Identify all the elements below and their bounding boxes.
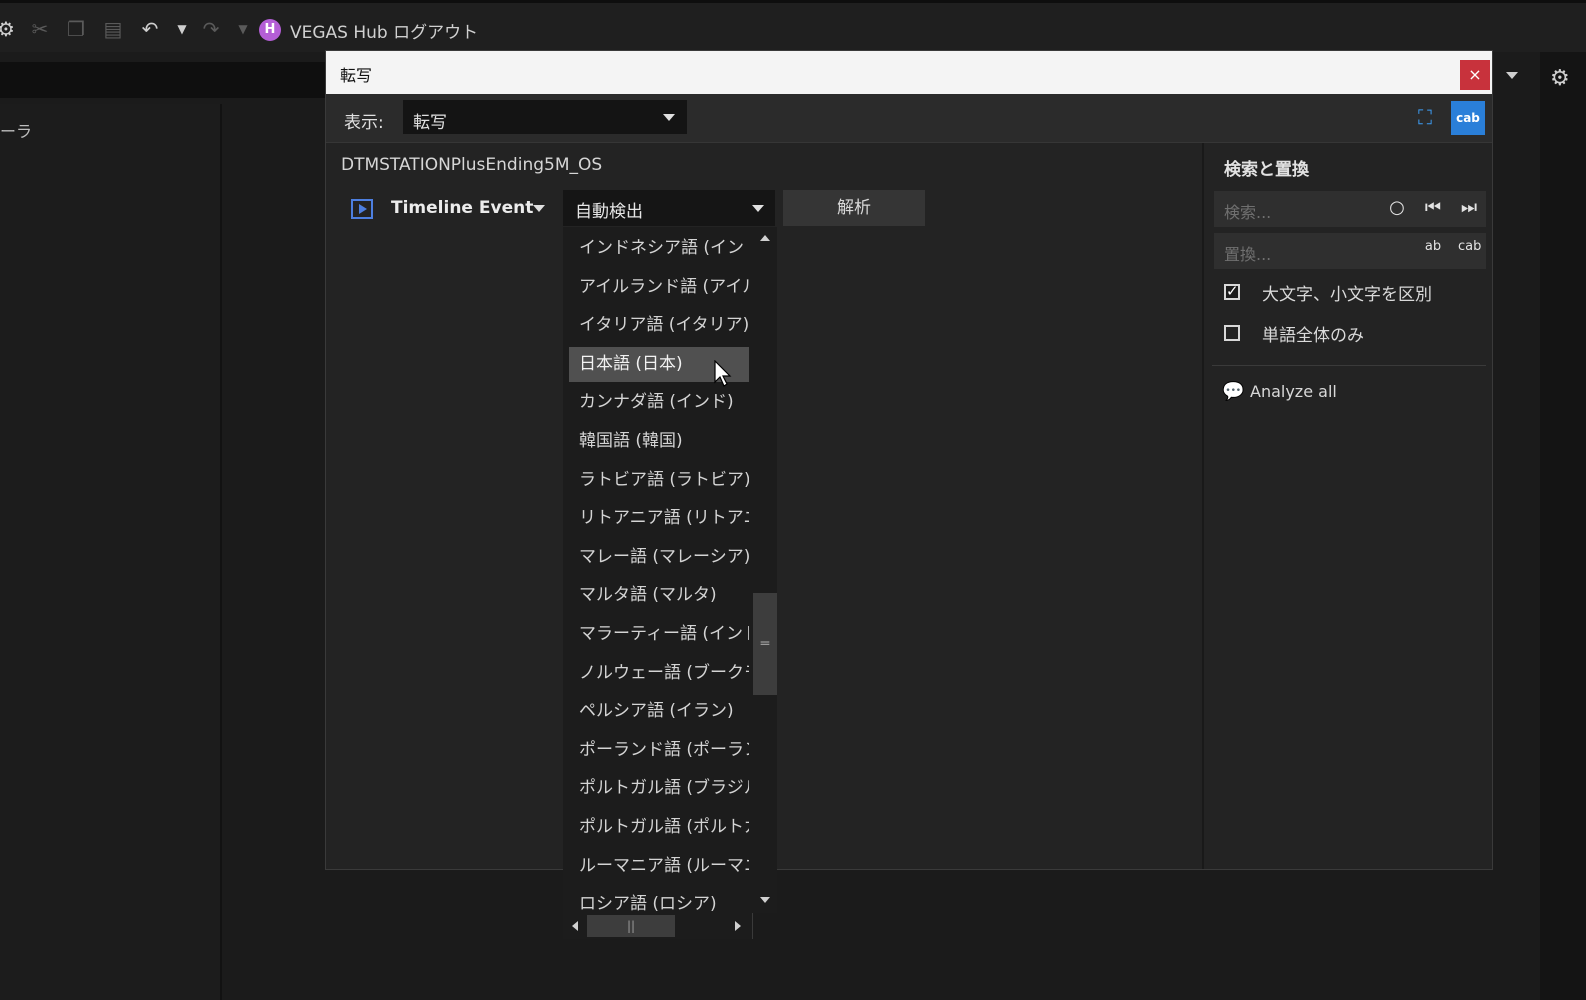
language-option[interactable]: カンナダ語 (インド) — [569, 385, 749, 420]
media-file-name: DTMSTATIONPlusEnding5M_OS — [341, 155, 603, 175]
vegas-hub-logout-link[interactable]: VEGAS Hub ログアウト — [290, 18, 478, 43]
vegas-hub-logo-icon: H — [259, 19, 281, 41]
scroll-up-icon[interactable] — [760, 235, 770, 241]
search-input[interactable]: 検索... ○ ⏮ ⏭ — [1214, 191, 1486, 227]
dialog-title: 転写 — [340, 66, 373, 85]
redo-dropdown-icon[interactable]: ▼ — [231, 17, 255, 41]
search-icon[interactable]: ○ — [1386, 197, 1408, 218]
timeline-event-icon — [351, 199, 373, 219]
whole-word-checkbox[interactable] — [1224, 325, 1240, 341]
language-option[interactable]: アイルランド語 (アイルランド) — [569, 270, 749, 305]
settings-gear-icon[interactable]: ⚙ — [1550, 66, 1570, 91]
scroll-down-icon[interactable] — [760, 897, 770, 903]
language-option[interactable]: ルーマニア語 (ルーマニア) — [569, 849, 749, 884]
search-replace-panel: 検索と置換 検索... ○ ⏮ ⏭ 置換... ab cab 大文字、小文字を区… — [1202, 143, 1492, 869]
scroll-left-icon[interactable] — [572, 921, 578, 931]
speech-bubbles-icon: 💬 — [1222, 381, 1245, 402]
language-option[interactable]: マラーティー語 (インド) — [569, 617, 749, 652]
vertical-scrollbar[interactable]: ═ — [753, 227, 777, 913]
chevron-down-icon[interactable] — [533, 205, 545, 212]
chevron-down-icon — [752, 205, 764, 212]
search-placeholder: 検索... — [1224, 203, 1272, 222]
language-option[interactable]: 韓国語 (韓国) — [569, 424, 749, 459]
view-bar: 表示: 転写 ⛶ cab — [326, 94, 1492, 143]
undo-dropdown-icon[interactable]: ▼ — [170, 17, 194, 41]
language-select-value: 自動検出 — [575, 202, 643, 222]
scroll-right-icon[interactable] — [735, 921, 741, 931]
language-option[interactable]: ノルウェー語 (ブークモール) — [569, 656, 749, 691]
language-option[interactable]: マレー語 (マレーシア) — [569, 540, 749, 575]
close-button[interactable]: × — [1460, 60, 1490, 90]
search-replace-title: 検索と置換 — [1224, 160, 1309, 180]
analyze-all-button[interactable]: Analyze all — [1250, 382, 1337, 401]
match-case-label: 大文字、小文字を区別 — [1262, 285, 1432, 305]
chevron-down-icon[interactable] — [1506, 72, 1518, 79]
view-select-value: 転写 — [413, 113, 447, 133]
source-select-label[interactable]: Timeline Event — [391, 198, 533, 218]
scissors-icon[interactable]: ✂ — [28, 17, 52, 41]
language-option[interactable]: ラトビア語 (ラトビア) — [569, 463, 749, 498]
language-option[interactable]: インドネシア語 (インドネシア) — [569, 231, 749, 266]
horizontal-scrollbar[interactable]: || — [563, 913, 753, 939]
language-option[interactable]: ポルトガル語 (ポルトガル) — [569, 810, 749, 845]
left-pane-label: ーラ — [0, 122, 33, 141]
replace-all-icon[interactable]: cab — [1458, 239, 1481, 254]
right-pane: ⚙ — [1540, 52, 1586, 1000]
fit-frame-icon[interactable]: ⛶ — [1413, 105, 1437, 129]
scrollbar-thumb[interactable]: ═ — [753, 593, 777, 695]
language-option[interactable]: ポーランド語 (ポーランド) — [569, 733, 749, 768]
undo-icon[interactable]: ↶ — [138, 17, 162, 41]
replace-input[interactable]: 置換... ab cab — [1214, 233, 1486, 269]
language-option[interactable]: ポルトガル語 (ブラジル) — [569, 771, 749, 806]
captions-icon[interactable]: cab — [1451, 101, 1485, 135]
language-select[interactable]: 自動検出 — [563, 190, 775, 226]
language-option[interactable]: リトアニア語 (リトアニア) — [569, 501, 749, 536]
language-option[interactable]: ペルシア語 (イラン) — [569, 694, 749, 729]
dialog-title-bar[interactable]: 転写 × — [326, 51, 1492, 94]
copy-icon[interactable]: ❐ — [64, 17, 88, 41]
whole-word-label: 単語全体のみ — [1262, 326, 1364, 346]
match-case-checkbox[interactable] — [1224, 282, 1240, 300]
language-dropdown-list[interactable]: インドネシア語 (インドネシア) アイルランド語 (アイルランド)イタリア語 (イ… — [563, 227, 777, 913]
divider — [1212, 365, 1486, 366]
main-toolbar: ⚙ ✂ ❐ ▤ ↶ ▼ ↷ ▼ H VEGAS Hub ログアウト — [0, 0, 1586, 52]
language-option[interactable]: ロシア語 (ロシア) — [569, 887, 749, 913]
view-select[interactable]: 転写 — [403, 100, 687, 134]
language-option[interactable]: イタリア語 (イタリア) — [569, 308, 749, 343]
analyze-button[interactable]: 解析 — [783, 190, 925, 226]
redo-icon[interactable]: ↷ — [199, 17, 223, 41]
left-pane: ーラ — [0, 104, 222, 1000]
transcription-dialog: 転写 × 表示: 転写 ⛶ cab DTMSTATIONPlusEnding5M… — [325, 50, 1493, 870]
gear-icon[interactable]: ⚙ — [0, 17, 18, 41]
view-label: 表示: — [344, 113, 384, 133]
previous-match-icon[interactable]: ⏮ — [1422, 197, 1444, 218]
replace-one-icon[interactable]: ab — [1422, 239, 1444, 254]
mouse-cursor-icon — [714, 360, 732, 387]
chevron-down-icon — [663, 114, 675, 121]
next-match-icon[interactable]: ⏭ — [1458, 197, 1480, 218]
paste-icon[interactable]: ▤ — [101, 17, 125, 41]
language-option[interactable]: マルタ語 (マルタ) — [569, 578, 749, 613]
replace-placeholder: 置換... — [1224, 245, 1272, 264]
header-strip — [0, 62, 330, 98]
scrollbar-thumb[interactable]: || — [587, 915, 675, 937]
